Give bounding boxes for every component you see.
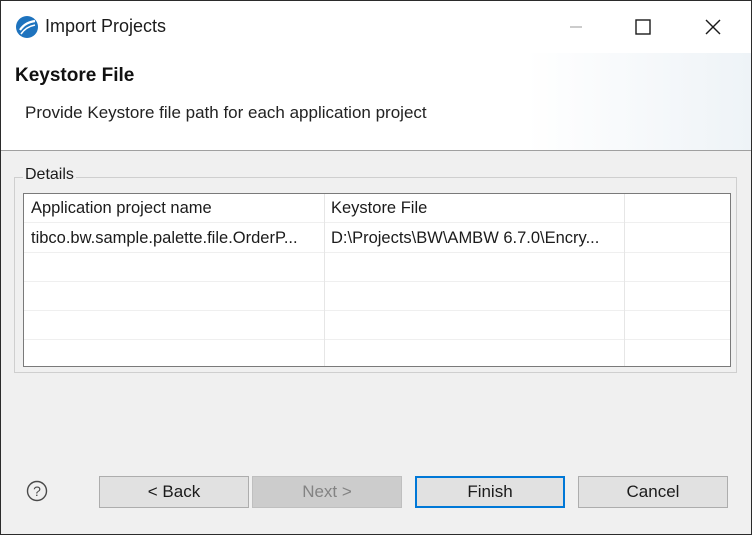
column-divider [324, 194, 325, 366]
help-icon[interactable]: ? [26, 480, 48, 502]
minimize-icon [570, 26, 582, 28]
page-description: Provide Keystore file path for each appl… [25, 103, 427, 122]
page-title: Keystore File [15, 65, 135, 86]
app-logo-icon [16, 16, 38, 38]
window-title: Import Projects [45, 16, 167, 36]
column-divider [624, 194, 625, 366]
cancel-button[interactable]: Cancel [578, 476, 728, 508]
keystore-file-cell[interactable]: D:\Projects\BW\AMBW 6.7.0\Encry... [324, 224, 624, 253]
title-bar: Import Projects [1, 1, 751, 53]
maximize-icon [635, 19, 651, 35]
svg-text:?: ? [33, 483, 41, 499]
column-header-keystore-file[interactable]: Keystore File [324, 194, 624, 223]
project-name-cell[interactable]: tibco.bw.sample.palette.file.OrderP... [24, 224, 324, 253]
wizard-banner: Keystore File Provide Keystore file path… [1, 53, 751, 151]
finish-button[interactable]: Finish [415, 476, 565, 508]
maximize-button[interactable] [608, 1, 678, 53]
column-header-project-name[interactable]: Application project name [24, 194, 324, 223]
keystore-table[interactable]: Application project name Keystore File t… [23, 193, 731, 367]
import-projects-dialog: Import Projects Keystore File Provide Ke… [0, 0, 752, 535]
close-icon [705, 19, 721, 35]
back-button[interactable]: < Back [99, 476, 249, 508]
next-button[interactable]: Next > [252, 476, 402, 508]
close-button[interactable] [678, 1, 748, 53]
details-group-label: Details [23, 166, 76, 184]
minimize-button[interactable] [541, 1, 611, 53]
